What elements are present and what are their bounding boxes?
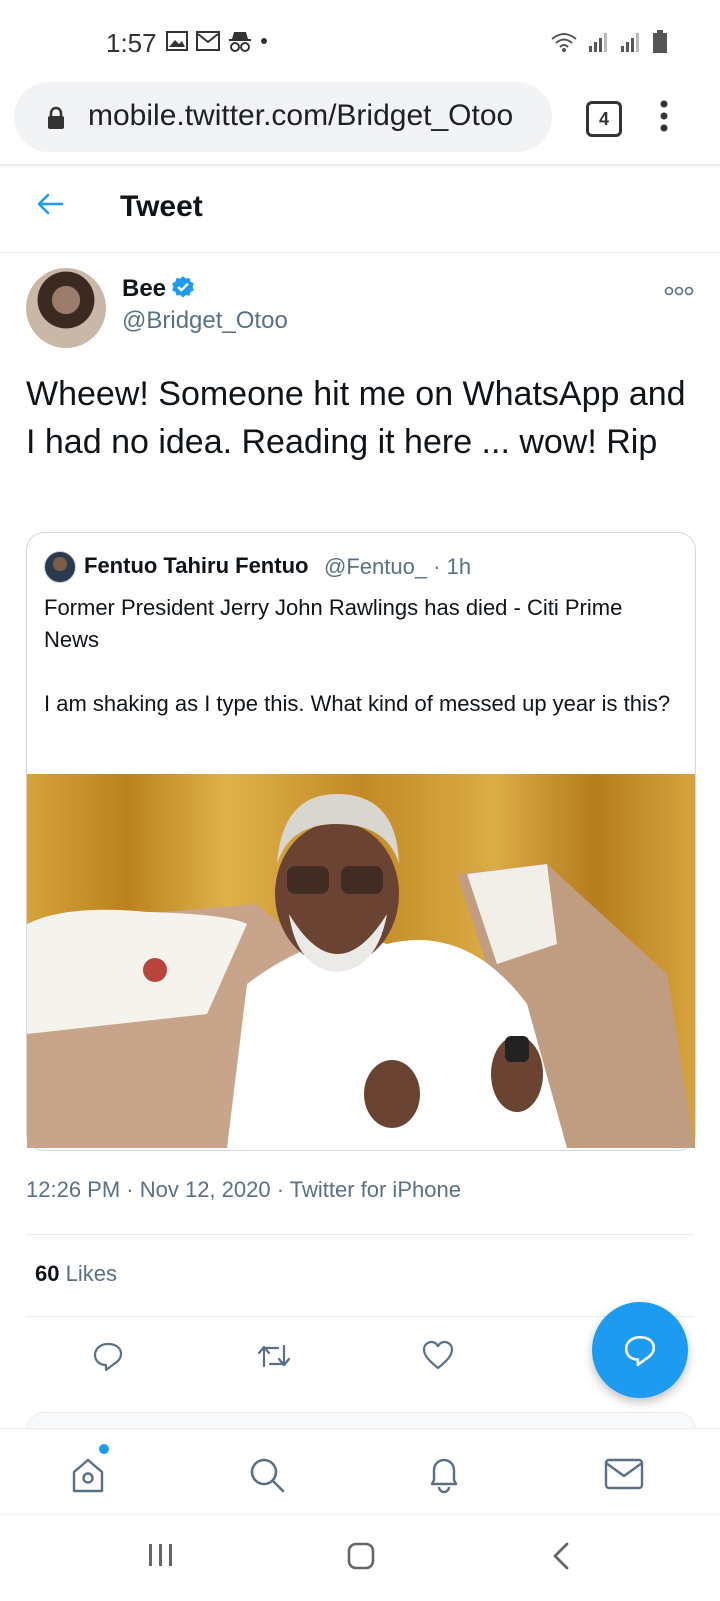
- status-time: 1:57: [106, 28, 157, 58]
- dot-icon: [261, 38, 267, 44]
- lock-icon[interactable]: [46, 106, 66, 130]
- author-name[interactable]: Bee: [122, 275, 166, 303]
- wifi-icon: [551, 33, 577, 52]
- bell-icon[interactable]: [426, 1454, 462, 1494]
- recent-apps-icon[interactable]: [147, 1542, 175, 1568]
- incognito-icon: [229, 32, 251, 52]
- tweet-timestamp-source[interactable]: 12:26 PM · Nov 12, 2020 · Twitter for iP…: [26, 1177, 461, 1203]
- system-back-icon[interactable]: [552, 1542, 570, 1570]
- page-title: Tweet: [120, 190, 203, 223]
- author-avatar[interactable]: [26, 268, 106, 348]
- likes-number: 60: [35, 1261, 60, 1286]
- status-notification-icons: [166, 30, 268, 52]
- quoted-author-name: Fentuo Tahiru Fentuo: [84, 553, 309, 578]
- signal-icon-1: [589, 33, 607, 52]
- more-options-icon[interactable]: [664, 286, 694, 296]
- quoted-author-handle-time: @Fentuo_ · 1h: [324, 554, 472, 579]
- home-notification-dot: [99, 1444, 109, 1454]
- home-button-icon[interactable]: [347, 1542, 375, 1570]
- divider: [26, 1316, 694, 1317]
- likes-count[interactable]: 60 Likes: [35, 1261, 117, 1287]
- home-icon[interactable]: [70, 1456, 106, 1494]
- back-arrow-icon[interactable]: [36, 192, 64, 216]
- tweet-text: Wheew! Someone hit me on WhatsApp and I …: [26, 375, 686, 461]
- author-handle[interactable]: @Bridget_Otoo: [122, 307, 288, 335]
- compose-reply-button[interactable]: [592, 1302, 688, 1398]
- quoted-tweet-text: Former President Jerry John Rawlings has…: [44, 595, 671, 716]
- compose-reply-icon: [624, 1335, 656, 1367]
- image-notification-icon: [166, 31, 188, 51]
- address-bar-url[interactable]: mobile.twitter.com/Bridget_Otoo: [88, 99, 513, 133]
- divider: [26, 1234, 694, 1235]
- reply-icon[interactable]: [92, 1340, 124, 1372]
- signal-icon-2: [621, 33, 639, 52]
- battery-icon: [653, 30, 667, 53]
- quoted-tweet-photo[interactable]: [27, 774, 695, 1148]
- gmail-notification-icon: [196, 31, 220, 51]
- browser-menu-icon[interactable]: [660, 100, 668, 132]
- page-header: [0, 168, 720, 253]
- mail-icon[interactable]: [604, 1458, 644, 1490]
- quoted-author-avatar: [44, 551, 76, 583]
- tab-switcher-button[interactable]: 4: [586, 101, 622, 137]
- likes-label: Likes: [65, 1261, 117, 1286]
- verified-badge-icon: [172, 276, 194, 298]
- status-system-icons: [550, 30, 668, 54]
- retweet-icon[interactable]: [256, 1340, 292, 1372]
- search-icon[interactable]: [248, 1456, 286, 1494]
- like-icon[interactable]: [422, 1340, 454, 1370]
